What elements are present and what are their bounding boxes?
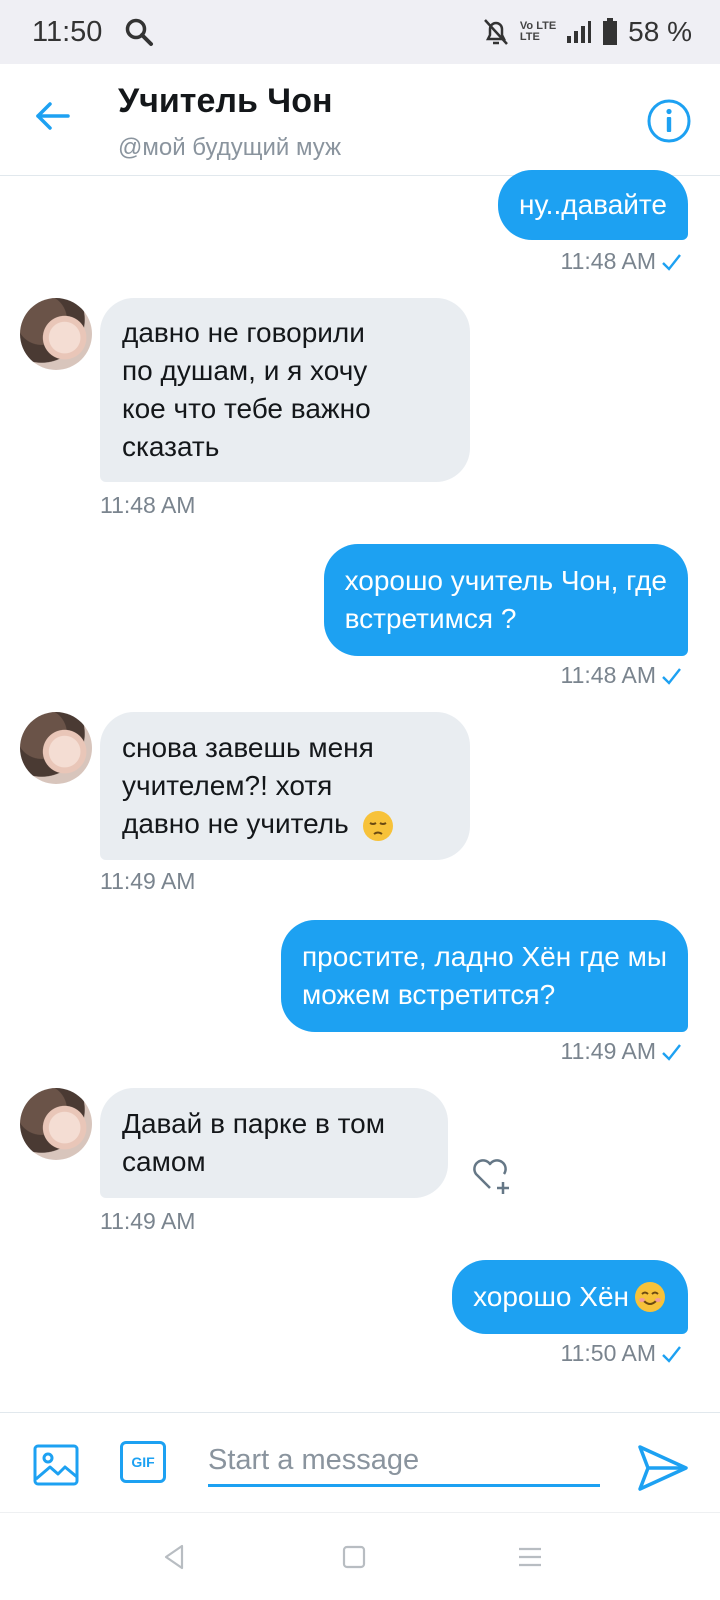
avatar[interactable]: [20, 298, 92, 370]
status-bar: 11:50 Vo LTE LTE 58 %: [0, 0, 720, 64]
contact-name[interactable]: Учитель Чон: [118, 82, 333, 121]
conversation-header: Учитель Чон @мой будущий муж: [0, 64, 720, 176]
incoming-message[interactable]: давно не говорили по душам, и я хочу кое…: [100, 298, 470, 482]
read-check-icon: [662, 1043, 681, 1061]
message-timestamp: 11:48 AM: [561, 248, 682, 275]
timestamp-text: 11:48 AM: [560, 662, 656, 688]
message-line: Давай в парке в том: [122, 1108, 385, 1139]
message-composer: GIF: [0, 1412, 720, 1512]
back-arrow-icon[interactable]: [30, 94, 74, 138]
nav-home-icon[interactable]: [340, 1543, 368, 1571]
outgoing-message[interactable]: хорошо учитель Чон, где встретимся ?: [323, 544, 688, 656]
message-timestamp: 11:49 AM: [100, 868, 196, 894]
status-time: 11:50: [32, 15, 103, 48]
message-line: учителем?! хотя: [122, 770, 333, 801]
message-line: простите, ладно Хён где мы: [302, 941, 667, 972]
nav-menu-icon[interactable]: [516, 1543, 544, 1571]
message-line: снова завешь меня: [122, 732, 374, 763]
nav-back-icon[interactable]: [160, 1543, 188, 1571]
message-line: сказать: [122, 431, 220, 462]
avatar[interactable]: [20, 1088, 92, 1160]
like-heart-icon[interactable]: [470, 1154, 514, 1198]
message-text: ну..давайте: [519, 189, 667, 220]
battery-icon: [603, 18, 618, 45]
battery-percent: 58 %: [628, 16, 692, 47]
read-check-icon: [662, 1345, 681, 1363]
contact-handle: @мой будущий муж: [118, 134, 342, 161]
incoming-message[interactable]: Давай в парке в том самом: [100, 1088, 448, 1198]
read-check-icon: [662, 253, 681, 271]
smiling-face-icon: [635, 1282, 665, 1312]
message-timestamp: 11:48 AM: [561, 662, 682, 689]
info-icon[interactable]: [646, 98, 692, 144]
image-icon[interactable]: [32, 1441, 80, 1489]
avatar[interactable]: [20, 712, 92, 784]
gif-button[interactable]: GIF: [120, 1441, 166, 1483]
message-line: давно не говорили: [122, 317, 365, 348]
timestamp-text: 11:49 AM: [560, 1038, 656, 1064]
search-icon: [126, 18, 154, 46]
timestamp-text: 11:50 AM: [560, 1340, 656, 1366]
send-icon[interactable]: [636, 1441, 690, 1495]
message-line: самом: [122, 1146, 206, 1177]
pensive-face-icon: [362, 810, 393, 841]
message-timestamp: 11:48 AM: [100, 492, 196, 518]
message-timestamp: 11:50 AM: [561, 1340, 682, 1367]
read-check-icon: [662, 667, 681, 685]
message-line: по душам, и я хочу: [122, 355, 368, 386]
network-label-bottom: LTE: [519, 31, 540, 43]
outgoing-message[interactable]: ну..давайте: [498, 170, 688, 240]
message-input[interactable]: [208, 1439, 600, 1487]
message-line: можем встретится?: [302, 979, 556, 1010]
message-line: хорошо учитель Чон, где: [344, 565, 667, 596]
message-text: хорошо Хён: [473, 1281, 629, 1312]
message-timestamp: 11:49 AM: [100, 1208, 196, 1234]
outgoing-message[interactable]: простите, ладно Хён где мы можем встрети…: [281, 920, 688, 1032]
timestamp-text: 11:48 AM: [560, 248, 656, 274]
message-list[interactable]: ну..давайте 11:48 AM давно не говорили п…: [0, 170, 720, 1412]
system-nav-bar: [0, 1512, 720, 1600]
incoming-message[interactable]: снова завешь меня учителем?! хотя давно …: [100, 712, 470, 860]
mute-notifications-icon: [483, 19, 508, 45]
message-line: давно не учитель: [122, 808, 349, 839]
message-timestamp: 11:49 AM: [561, 1038, 682, 1065]
message-line: кое что тебе важно: [122, 393, 371, 424]
signal-icon: [567, 21, 592, 43]
network-type: Vo LTE LTE: [520, 21, 556, 43]
outgoing-message[interactable]: хорошо Хён: [452, 1260, 688, 1334]
message-line: встретимся ?: [344, 603, 517, 634]
